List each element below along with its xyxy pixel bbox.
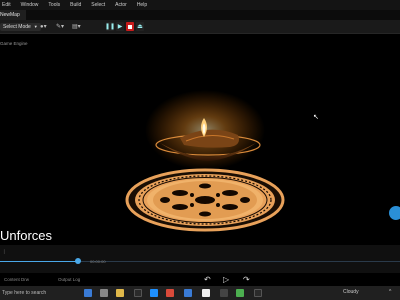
cinematics-icon[interactable]: ▤▾: [72, 23, 81, 31]
menu-bar: Edit Window Tools Build Select Actor Hel…: [0, 0, 400, 10]
menu-item-tools[interactable]: Tools: [48, 2, 60, 8]
output-log-label[interactable]: Output Log: [58, 277, 80, 282]
eject-button[interactable]: ⏏: [136, 22, 144, 31]
select-mode-dropdown[interactable]: Select Mode ▼: [0, 23, 41, 31]
app-icon-4[interactable]: [134, 289, 142, 297]
stop-button[interactable]: [126, 22, 134, 31]
chevron-up-icon[interactable]: ^: [389, 289, 391, 295]
overlay-caption: Unforces: [0, 228, 53, 243]
pause-icon: ❚❚: [104, 24, 116, 30]
blueprint-icon[interactable]: ✎▾: [56, 23, 64, 31]
rewind-icon[interactable]: ↶: [204, 275, 211, 284]
taskbar: Type here to search Cloudy ^: [0, 286, 400, 300]
skip-button[interactable]: ▶: [116, 22, 124, 31]
menu-item-select[interactable]: Select: [91, 2, 105, 8]
select-mode-label: Select Mode: [3, 24, 31, 30]
taskbar-search[interactable]: Type here to search: [0, 288, 72, 298]
tab-bar: NewMap: [0, 10, 400, 20]
timeline-progress: [0, 261, 78, 262]
menu-item-actor[interactable]: Actor: [115, 2, 127, 8]
app-icon-1[interactable]: [84, 289, 92, 297]
app-icon-6[interactable]: [166, 289, 174, 297]
play-icon[interactable]: ▷: [223, 275, 229, 284]
app-icon-5[interactable]: [150, 289, 158, 297]
play-controls: ❚❚ ▶ ⏏: [104, 22, 144, 31]
mouse-cursor-icon: ↖: [313, 114, 319, 121]
eject-icon: ⏏: [137, 24, 143, 30]
weather-widget[interactable]: Cloudy: [343, 289, 359, 295]
mandala-plate: [125, 168, 285, 232]
app-icon-11[interactable]: [254, 289, 262, 297]
timeline-playhead[interactable]: [75, 258, 81, 264]
add-actor-icon[interactable]: ●▾: [40, 23, 47, 31]
content-drawer-label[interactable]: Content Drw: [4, 277, 29, 282]
viewport[interactable]: Game Engine ↖ Unforces: [0, 35, 400, 245]
stop-icon: [128, 24, 132, 29]
menu-item-window[interactable]: Window: [21, 2, 39, 8]
timeline-marker: 00:00:00: [90, 259, 106, 264]
menu-item-help[interactable]: Help: [137, 2, 147, 8]
pause-button[interactable]: ❚❚: [104, 22, 116, 31]
floating-action-button[interactable]: [389, 206, 400, 220]
toolbar: Select Mode ▼ ●▾ ✎▾ ▤▾ ❚❚ ▶ ⏏: [0, 20, 400, 34]
forward-icon[interactable]: ↷: [243, 275, 250, 284]
skip-icon: ▶: [117, 24, 123, 30]
app-icon-7[interactable]: [184, 289, 192, 297]
scene-render: [125, 90, 285, 232]
level-tab[interactable]: NewMap: [0, 10, 26, 20]
app-icon-10[interactable]: [236, 289, 244, 297]
timeline-tick-icon: ▏: [4, 249, 8, 254]
menu-item-edit[interactable]: Edit: [2, 2, 11, 8]
app-icon-8[interactable]: [202, 289, 210, 297]
timeline-panel: ▏ 00:00:00: [0, 245, 400, 273]
menu-item-build[interactable]: Build: [70, 2, 81, 8]
app-icon-2[interactable]: [100, 289, 108, 297]
chevron-down-icon: ▼: [33, 24, 38, 29]
app-icon-3[interactable]: [116, 289, 124, 297]
app-icon-9[interactable]: [220, 289, 228, 297]
